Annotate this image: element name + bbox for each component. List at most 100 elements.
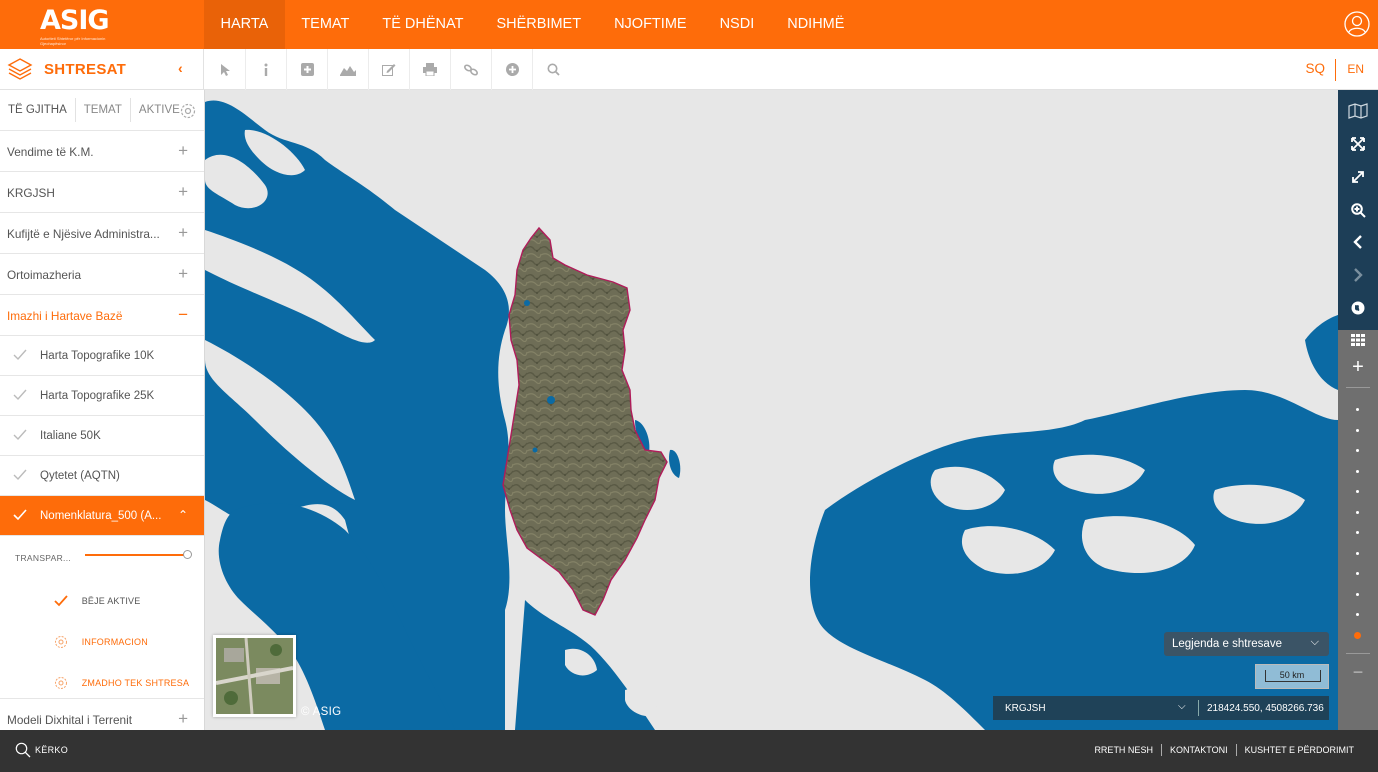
zoom-out-button[interactable]: − <box>1338 657 1378 687</box>
nav-te-dhenat[interactable]: TË DHËNAT <box>366 0 480 49</box>
expand-icon[interactable] <box>1338 162 1378 192</box>
layer-options: TRANSPAR... BËJE AKTIVE INFORMACION ZMAD… <box>0 536 204 699</box>
lang-sq[interactable]: SQ <box>1305 59 1336 81</box>
link-terms[interactable]: KUSHTET E PËRDORIMIT <box>1235 744 1362 756</box>
layers-icon <box>7 58 33 80</box>
layer-group-kufijte[interactable]: Kufijtë e Njësive Administra... + <box>0 213 204 254</box>
cursor-coordinates: 218424.550, 4508266.736 <box>1207 703 1324 714</box>
print-icon[interactable] <box>410 49 451 90</box>
lang-en[interactable]: EN <box>1347 49 1364 90</box>
link-icon[interactable] <box>451 49 492 90</box>
nav-njoftime[interactable]: NJOFTIME <box>598 0 704 49</box>
zoom-level-dot[interactable] <box>1356 510 1359 514</box>
globe-icon[interactable] <box>1338 293 1378 323</box>
add-circle-icon[interactable] <box>492 49 533 90</box>
nav-sherbimet[interactable]: SHËRBIMET <box>480 0 598 49</box>
forward-icon[interactable] <box>1338 260 1378 290</box>
layer-item[interactable]: Harta Topografike 25K <box>0 376 204 416</box>
layer-group-krgjsh[interactable]: KRGJSH + <box>0 172 204 213</box>
zoom-level-dot[interactable] <box>1356 469 1359 473</box>
link-about[interactable]: RRETH NESH <box>1086 744 1161 756</box>
layers-panel-header: SHTRESAT ‹ <box>0 49 204 90</box>
main-nav: HARTA TEMAT TË DHËNAT SHËRBIMET NJOFTIME… <box>204 0 861 49</box>
nav-temat[interactable]: TEMAT <box>285 0 366 49</box>
tool-bar: SHTRESAT ‹ SQ EN <box>0 49 1378 90</box>
slider-handle[interactable] <box>183 550 192 559</box>
footer-bar: KËRKO RRETH NESH KONTAKTONI KUSHTET E PË… <box>0 730 1378 772</box>
chevron-up-icon[interactable]: ⌃ <box>178 508 188 522</box>
zoom-in-button[interactable]: + <box>1338 352 1378 382</box>
user-icon[interactable] <box>1344 11 1370 37</box>
zoom-level-dot[interactable] <box>1356 551 1359 555</box>
layer-group-dtm[interactable]: Modeli Dixhital i Terrenit + <box>0 699 204 730</box>
info-icon[interactable] <box>246 49 287 90</box>
footer-links: RRETH NESH KONTAKTONI KUSHTET E PËRDORIM… <box>1086 744 1362 756</box>
asig-logo[interactable]: ASIG Autoriteti Shtetëror për Informacio… <box>40 6 128 47</box>
add-icon[interactable] <box>287 49 328 90</box>
profile-icon[interactable] <box>328 49 369 90</box>
layer-item[interactable]: Italiane 50K <box>0 416 204 456</box>
map-tools <box>205 49 574 90</box>
footer-search[interactable]: KËRKO <box>15 742 68 758</box>
back-icon[interactable] <box>1338 227 1378 257</box>
zoom-to-layer-button[interactable]: ZMADHO TEK SHTRESA <box>53 676 189 690</box>
transparency-label: TRANSPAR... <box>15 553 72 563</box>
coordinate-bar: KRGJSH ⌵ 218424.550, 4508266.736 <box>993 696 1329 720</box>
zoom-level-dot[interactable] <box>1356 428 1359 432</box>
expand-icon[interactable]: + <box>178 141 188 161</box>
info-button[interactable]: INFORMACION <box>53 635 148 649</box>
nav-nsdi[interactable]: NSDI <box>703 0 771 49</box>
zoom-level-dot[interactable] <box>1356 408 1359 411</box>
search-icon <box>15 742 31 758</box>
layer-group-vendime[interactable]: Vendime të K.M. + <box>0 131 204 172</box>
check-icon[interactable] <box>13 468 27 482</box>
tab-themes[interactable]: TEMAT <box>76 98 131 122</box>
zoom-level-dot[interactable] <box>1356 449 1359 452</box>
link-contact[interactable]: KONTAKTONI <box>1160 744 1236 756</box>
legend-dropdown[interactable]: Legjenda e shtresave ⌵ <box>1164 632 1329 656</box>
check-icon[interactable] <box>13 348 27 362</box>
tab-all[interactable]: TË GJITHA <box>0 98 76 122</box>
basemap-thumbnail[interactable] <box>213 635 296 717</box>
expand-icon[interactable]: + <box>178 709 188 729</box>
grid-icon[interactable] <box>1338 325 1378 355</box>
collapse-panel-icon[interactable]: ‹ <box>178 60 183 76</box>
gear-icon <box>55 677 67 689</box>
zoom-level-dot[interactable] <box>1356 490 1359 493</box>
fullscreen-icon[interactable] <box>1338 129 1378 159</box>
collapse-icon[interactable]: − <box>178 305 188 325</box>
check-icon[interactable] <box>13 388 27 402</box>
check-icon[interactable] <box>13 508 27 522</box>
transparency-slider[interactable] <box>85 550 192 559</box>
search-icon[interactable] <box>533 49 574 90</box>
zoom-level-dot[interactable] <box>1356 613 1359 616</box>
nav-ndihme[interactable]: NDIHMË <box>771 0 861 49</box>
layer-group-imazhi[interactable]: Imazhi i Hartave Bazë − <box>0 295 204 336</box>
chevron-down-icon[interactable]: ⌵ <box>1178 701 1186 712</box>
layer-item[interactable]: Qytetet (AQTN) <box>0 456 204 496</box>
map-canvas[interactable]: © ASIG Legjenda e shtresave ⌵ 50 km KRGJ… <box>205 90 1338 730</box>
zoom-level-dot[interactable] <box>1356 531 1359 534</box>
expand-icon[interactable]: + <box>178 264 188 284</box>
crs-selector[interactable]: KRGJSH <box>1005 703 1046 714</box>
gear-icon[interactable] <box>179 102 197 120</box>
gear-icon <box>55 636 67 648</box>
zoom-level-dot[interactable] <box>1356 592 1359 596</box>
layer-item[interactable]: Harta Topografike 10K <box>0 336 204 376</box>
top-bar: ASIG Autoriteti Shtetëror për Informacio… <box>0 0 1378 49</box>
make-active-button[interactable]: BËJE AKTIVE <box>53 594 140 608</box>
layer-group-ortoimazheria[interactable]: Ortoimazheria + <box>0 254 204 295</box>
expand-icon[interactable]: + <box>178 182 188 202</box>
pointer-icon[interactable] <box>205 49 246 90</box>
map-icon[interactable] <box>1338 96 1378 126</box>
zoom-level-dot[interactable] <box>1356 572 1359 575</box>
nav-harta[interactable]: HARTA <box>204 0 285 49</box>
zoom-level-dot[interactable] <box>1354 631 1361 639</box>
satellite-thumbnail-icon <box>215 637 294 715</box>
edit-icon[interactable] <box>369 49 410 90</box>
map-controls: + − <box>1338 90 1378 730</box>
expand-icon[interactable]: + <box>178 223 188 243</box>
layer-item-selected[interactable]: Nomenklatura_500 (A... ⌃ <box>0 496 204 536</box>
check-icon[interactable] <box>13 428 27 442</box>
zoom-box-icon[interactable] <box>1338 195 1378 225</box>
